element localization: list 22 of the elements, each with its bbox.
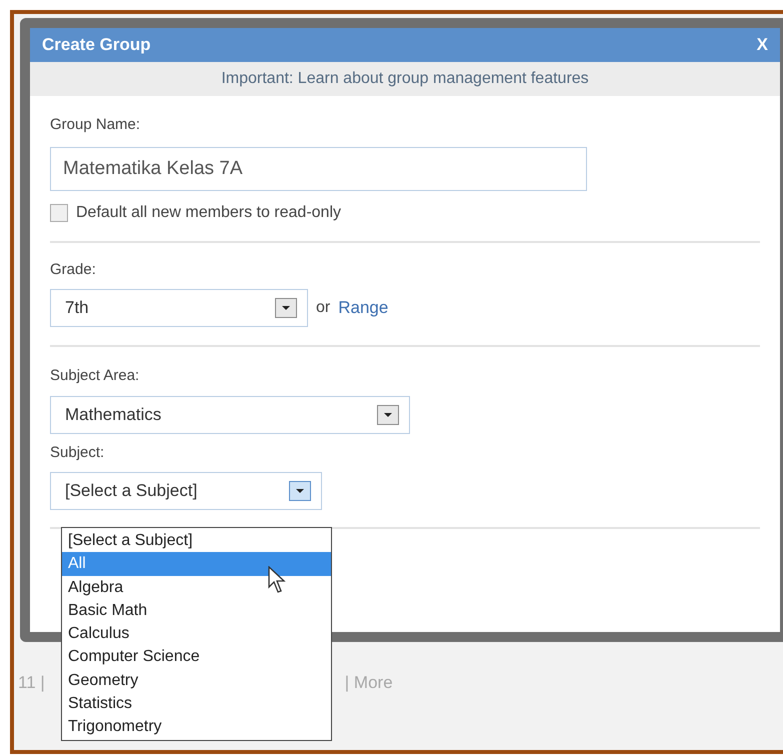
field-label: Subject Area: xyxy=(50,366,140,386)
subject-area-select[interactable]: Mathematics xyxy=(50,396,410,434)
dropdown-option[interactable]: Algebra xyxy=(62,576,331,599)
checkbox[interactable] xyxy=(50,204,68,222)
checkbox-label: Default all new members to read-only xyxy=(76,202,342,222)
dialog-title: Create Group xyxy=(42,34,151,56)
grade-select[interactable]: 7th xyxy=(50,289,308,327)
dropdown-option[interactable]: Computer Science xyxy=(62,645,331,669)
dropdown-option[interactable]: Geometry xyxy=(62,668,331,692)
mouse-cursor-icon xyxy=(268,566,288,594)
dropdown-option[interactable]: Calculus xyxy=(62,622,331,646)
group-name-field[interactable]: Matematika Kelas 7A xyxy=(50,146,587,190)
dropdown-option[interactable]: Basic Math xyxy=(62,598,331,622)
dropdown-option[interactable]: Trigonometry xyxy=(62,715,331,739)
subject-select[interactable]: [Select a Subject] xyxy=(50,472,322,510)
field-label: Subject: xyxy=(50,442,106,462)
dropdown-option[interactable]: [Select a Subject] xyxy=(62,529,331,552)
or-text: or xyxy=(316,298,330,318)
dropdown-option[interactable]: Statistics xyxy=(62,692,331,716)
field-label: Group Name: xyxy=(50,115,142,135)
field-label: Grade: xyxy=(50,260,97,280)
range-link[interactable]: Range xyxy=(338,295,388,321)
